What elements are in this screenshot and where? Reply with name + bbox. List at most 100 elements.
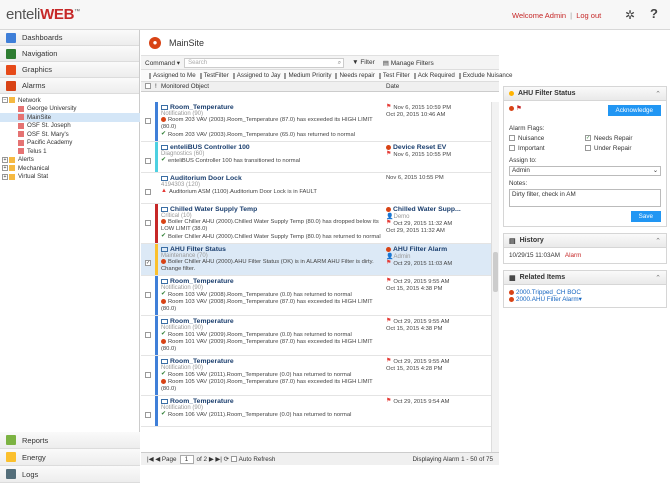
- history-header[interactable]: ▤ History ⌃: [504, 234, 666, 248]
- tree-node[interactable]: Pacific Academy: [0, 139, 140, 148]
- row-checkbox[interactable]: [145, 158, 151, 165]
- flag-checkbox[interactable]: ✓: [585, 135, 591, 142]
- object-title[interactable]: Room_Temperature: [161, 104, 386, 111]
- filter-checkbox[interactable]: [149, 72, 151, 79]
- flag-important[interactable]: Important: [509, 145, 585, 152]
- scroll-thumb[interactable]: [493, 252, 498, 292]
- gear-icon[interactable]: ✲: [625, 8, 635, 22]
- col-date[interactable]: Date: [386, 83, 486, 90]
- assign-to-select[interactable]: Admin ⌄: [509, 166, 661, 176]
- row-checkbox[interactable]: [145, 189, 151, 196]
- object-title[interactable]: Room_Temperature: [161, 358, 386, 365]
- sidebar-item-reports[interactable]: Reports: [0, 432, 140, 449]
- collapse-icon[interactable]: −: [2, 97, 8, 104]
- related-item[interactable]: 2000.Tripped_CH BOC: [509, 289, 661, 296]
- tree-node[interactable]: + Virtual Stat: [0, 173, 140, 182]
- filter-chip-label[interactable]: TestFilter: [204, 72, 229, 79]
- object-title[interactable]: Auditorium Door Lock: [161, 175, 386, 182]
- row-checkbox[interactable]: [145, 292, 151, 299]
- object-title[interactable]: enteliBUS Controller 100: [161, 144, 386, 151]
- table-row[interactable]: ✓ AHU Filter Status Maintenance (70) Boiler…: [141, 244, 499, 277]
- sidebar-item-dashboards[interactable]: Dashboards: [0, 30, 139, 46]
- row-checkbox[interactable]: ✓: [145, 260, 151, 267]
- sidebar-item-graphics[interactable]: Graphics: [0, 62, 139, 78]
- notes-field[interactable]: Dirty filter, check in AM: [509, 189, 661, 207]
- tree-node[interactable]: Telus 1: [0, 147, 140, 156]
- row-checkbox[interactable]: [145, 412, 151, 419]
- table-row[interactable]: Room_Temperature Notification (90) ✔ Room 1…: [141, 316, 499, 357]
- row-checkbox[interactable]: [145, 118, 151, 124]
- acknowledge-button[interactable]: Acknowledge: [607, 105, 661, 116]
- collapse-icon[interactable]: ⌃: [655, 90, 661, 98]
- collapse-icon[interactable]: ⌃: [655, 237, 661, 245]
- filter-chip-label[interactable]: Medium Priority: [288, 72, 331, 79]
- related-item[interactable]: 2000.AHU Filter Alarm▾: [509, 296, 661, 303]
- filter-chip-label[interactable]: Assigned to Jay: [237, 72, 281, 79]
- table-row[interactable]: Room_Temperature Notification (90) ✔ Room 1…: [141, 276, 499, 317]
- row-checkbox[interactable]: [145, 332, 151, 339]
- expand-icon[interactable]: +: [2, 165, 8, 172]
- flag-nuisance[interactable]: Nuisance: [509, 135, 585, 142]
- tree-node[interactable]: OSF St. Joseph: [0, 122, 140, 131]
- header-select-all[interactable]: [141, 82, 155, 91]
- tree-node[interactable]: + Mechanical: [0, 164, 140, 173]
- table-row[interactable]: Room_Temperature Notification (90) Room 20…: [141, 102, 499, 143]
- table-row[interactable]: Auditorium Door Lock 4194303 (120) ▲ Audito…: [141, 173, 499, 205]
- refresh-icon[interactable]: ⟳: [224, 456, 229, 463]
- expand-icon[interactable]: +: [2, 173, 8, 180]
- prev-page-icon[interactable]: ◀: [155, 456, 160, 463]
- filter-chip-label[interactable]: Ack Required: [418, 72, 455, 79]
- related-items-header[interactable]: ▦ Related Items ⌃: [504, 271, 666, 285]
- expand-icon[interactable]: +: [2, 156, 8, 163]
- object-title[interactable]: Room_Temperature: [161, 278, 386, 285]
- flag-checkbox[interactable]: [585, 145, 591, 152]
- table-row[interactable]: Chilled Water Supply Temp Critical (10) Bo…: [141, 204, 499, 245]
- auto-refresh-checkbox[interactable]: [230, 456, 237, 462]
- col-monitored-object[interactable]: Monitored Object: [161, 83, 386, 90]
- collapse-icon[interactable]: ⌃: [655, 274, 661, 282]
- tree-node[interactable]: George University: [0, 105, 140, 114]
- flag-checkbox[interactable]: [509, 145, 515, 152]
- search-input[interactable]: Search ⌕: [184, 57, 345, 68]
- filter-checkbox[interactable]: [284, 72, 287, 79]
- filter-checkbox[interactable]: [335, 72, 338, 79]
- tree-node[interactable]: MainSite: [0, 113, 140, 122]
- search-icon[interactable]: ⌕: [338, 59, 341, 67]
- filter-chip-label[interactable]: Test Filter: [383, 72, 410, 79]
- object-title[interactable]: Room_Temperature: [161, 398, 386, 405]
- filter-checkbox[interactable]: [232, 72, 235, 79]
- command-menu[interactable]: Command ▾: [145, 59, 180, 67]
- last-page-icon[interactable]: ▶|: [215, 456, 221, 463]
- sidebar-item-navigation[interactable]: Navigation: [0, 46, 139, 62]
- sidebar-item-alarms[interactable]: Alarms: [0, 78, 139, 94]
- sidebar-item-energy[interactable]: Energy: [0, 449, 140, 466]
- first-page-icon[interactable]: |◀: [147, 456, 153, 463]
- help-icon[interactable]: ?: [650, 6, 658, 21]
- next-page-icon[interactable]: ▶: [209, 456, 214, 463]
- table-row[interactable]: enteliBUS Controller 100 Diagnostics (60)…: [141, 142, 499, 174]
- logout-link[interactable]: Log out: [576, 11, 601, 20]
- sidebar-item-logs[interactable]: Logs: [0, 466, 140, 483]
- object-title[interactable]: Room_Temperature: [161, 318, 386, 325]
- filter-chip-label[interactable]: Assigned to Me: [153, 72, 196, 79]
- filter-chip-label[interactable]: Exclude Nuisance: [463, 72, 513, 79]
- filter-checkbox[interactable]: [458, 72, 461, 79]
- object-title[interactable]: AHU Filter Status: [161, 246, 386, 253]
- table-row[interactable]: Room_Temperature Notification (90) ✔ Room 1…: [141, 356, 499, 397]
- manage-filters-button[interactable]: ▤ Manage Filters: [383, 59, 434, 67]
- grid-scrollbar[interactable]: [491, 102, 499, 452]
- alarm-detail-header[interactable]: AHU Filter Status ⌃: [504, 87, 666, 101]
- filter-button[interactable]: ▼ Filter: [352, 59, 375, 66]
- object-title[interactable]: Chilled Water Supply Temp: [161, 206, 386, 213]
- tree-node[interactable]: OSF St. Mary's: [0, 130, 140, 139]
- tree-node[interactable]: − Network: [0, 96, 140, 105]
- tree-node[interactable]: + Alerts: [0, 156, 140, 165]
- filter-checkbox[interactable]: [378, 72, 381, 79]
- filter-checkbox[interactable]: [199, 72, 202, 79]
- page-input[interactable]: 1: [179, 454, 194, 464]
- flag-needs-repair[interactable]: ✓ Needs Repair: [585, 135, 661, 142]
- filter-checkbox[interactable]: [413, 72, 416, 79]
- row-checkbox[interactable]: [145, 372, 151, 379]
- table-row[interactable]: Room_Temperature Notification (90) ✔ Room 1…: [141, 396, 499, 428]
- row-checkbox[interactable]: [145, 220, 151, 227]
